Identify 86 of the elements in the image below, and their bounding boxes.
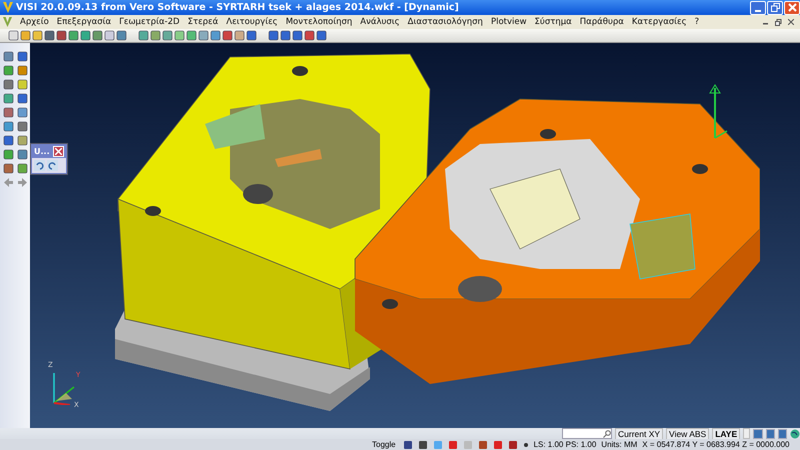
menu-item[interactable]: Γεωμετρία-2D: [119, 17, 180, 27]
close-button[interactable]: [784, 0, 800, 14]
toolbar-icon[interactable]: [17, 163, 29, 174]
toolbar-icon[interactable]: [17, 65, 29, 76]
close-icon[interactable]: [788, 18, 794, 26]
toolbar-icon[interactable]: [3, 149, 15, 160]
menu-item[interactable]: Αρχείο: [20, 17, 49, 27]
menu-item[interactable]: Στερεά: [188, 17, 218, 27]
status-panel: [743, 428, 750, 439]
toolbar-icon[interactable]: [17, 79, 29, 90]
menu-item[interactable]: Λειτουργίες: [226, 17, 278, 27]
menu-item[interactable]: Διαστασιολόγηση: [408, 17, 483, 27]
toolbar-icon[interactable]: [222, 30, 233, 41]
toolbar-icon[interactable]: [210, 30, 221, 41]
toolbar-icon[interactable]: [56, 30, 67, 41]
scale-readout: LS: 1.00 PS: 1.00: [534, 440, 596, 449]
menu-item[interactable]: Κατεργασίες: [632, 17, 687, 27]
status-button[interactable]: View ABS: [666, 428, 710, 440]
app-logo-icon: [3, 2, 13, 13]
menu-item[interactable]: Plotview: [490, 17, 527, 27]
status-icon[interactable]: [448, 440, 458, 450]
redo-icon[interactable]: [47, 160, 58, 171]
status-icon[interactable]: [402, 440, 413, 450]
menu-item[interactable]: Σύστημα: [534, 17, 572, 27]
globe-icon[interactable]: [790, 428, 800, 438]
window-title: VISI 20.0.09.13 from Vero Software - SYRTARH tsek + alages 2014.wkf - [Dynamic]: [16, 2, 459, 13]
menu-item[interactable]: Μοντελοποίηση: [286, 17, 352, 27]
status-button[interactable]: Current XY: [615, 428, 664, 440]
toolbar-icon[interactable]: [234, 30, 245, 41]
toolbar-icon[interactable]: [3, 163, 15, 174]
toolbar-icon[interactable]: [162, 30, 173, 41]
app-logo-icon: [3, 17, 12, 27]
menu-item[interactable]: ?: [694, 17, 700, 27]
toolbar-icon[interactable]: [17, 107, 29, 118]
toolbar-icon[interactable]: [32, 30, 43, 41]
toolbar-icon[interactable]: [68, 30, 79, 41]
minimize-button[interactable]: [750, 0, 766, 14]
minimize-icon: [755, 10, 761, 12]
toolbar-icon[interactable]: [3, 79, 15, 90]
menu-item[interactable]: Επεξεργασία: [56, 17, 112, 27]
toolbar-icon[interactable]: [150, 30, 161, 41]
toolbar-icon[interactable]: [17, 121, 29, 132]
toolbar-icon[interactable]: [174, 30, 185, 41]
menu-item[interactable]: Ανάλυσις: [360, 17, 400, 27]
toolbar-icon[interactable]: [304, 30, 315, 41]
menu-item[interactable]: Παράθυρα: [580, 17, 624, 27]
toolbar-icon[interactable]: [104, 30, 115, 41]
toolbar-icon[interactable]: [3, 135, 15, 146]
toolbar-icon[interactable]: [44, 30, 55, 41]
toolbar-icon[interactable]: [268, 30, 279, 41]
close-icon: [788, 3, 796, 12]
status-icon[interactable]: [478, 440, 488, 450]
status-icon[interactable]: [508, 440, 518, 450]
toolbar-icon[interactable]: [138, 30, 149, 41]
toolbar-icon[interactable]: [17, 135, 29, 146]
toolbar-icon[interactable]: [186, 30, 197, 41]
toolbar-title: U...: [34, 147, 50, 156]
toolbar-icon[interactable]: [3, 51, 15, 62]
toolbar-icon[interactable]: [198, 30, 209, 41]
units-readout: Units: MM: [601, 440, 638, 449]
toolbar-icon[interactable]: [8, 30, 19, 41]
status-button[interactable]: LAYE: [712, 428, 740, 440]
toolbar-icon[interactable]: [80, 30, 91, 41]
undo-icon[interactable]: [34, 160, 45, 171]
toolbar-icon[interactable]: [20, 30, 31, 41]
toggle-button[interactable]: Toggle: [370, 440, 398, 449]
toolbar-icon[interactable]: [246, 30, 257, 41]
toolbar-icon[interactable]: [316, 30, 327, 41]
status-icon[interactable]: [418, 440, 428, 450]
search-icon: [603, 430, 611, 438]
toolbar-icon[interactable]: [17, 51, 29, 62]
search-field[interactable]: [562, 428, 612, 439]
status-icon[interactable]: [492, 440, 503, 450]
toolbar-icon[interactable]: [3, 93, 15, 104]
toolbar-icon[interactable]: [3, 107, 15, 118]
restore-button[interactable]: [767, 0, 783, 14]
toolbar-icon[interactable]: [116, 30, 127, 41]
toolbar-icon[interactable]: [17, 93, 29, 104]
toolbar-icon[interactable]: [280, 30, 291, 41]
toolbar-icon[interactable]: [292, 30, 303, 41]
toolbar-icon[interactable]: [92, 30, 103, 41]
toolbar-icon[interactable]: [3, 65, 15, 76]
toolbar-icon[interactable]: [17, 149, 29, 160]
coordinates-readout: X = 0547.874 Y = 0683.994 Z = 0000.000: [642, 440, 790, 449]
toolbar-icon[interactable]: [3, 121, 15, 132]
dot-icon[interactable]: [522, 442, 529, 448]
